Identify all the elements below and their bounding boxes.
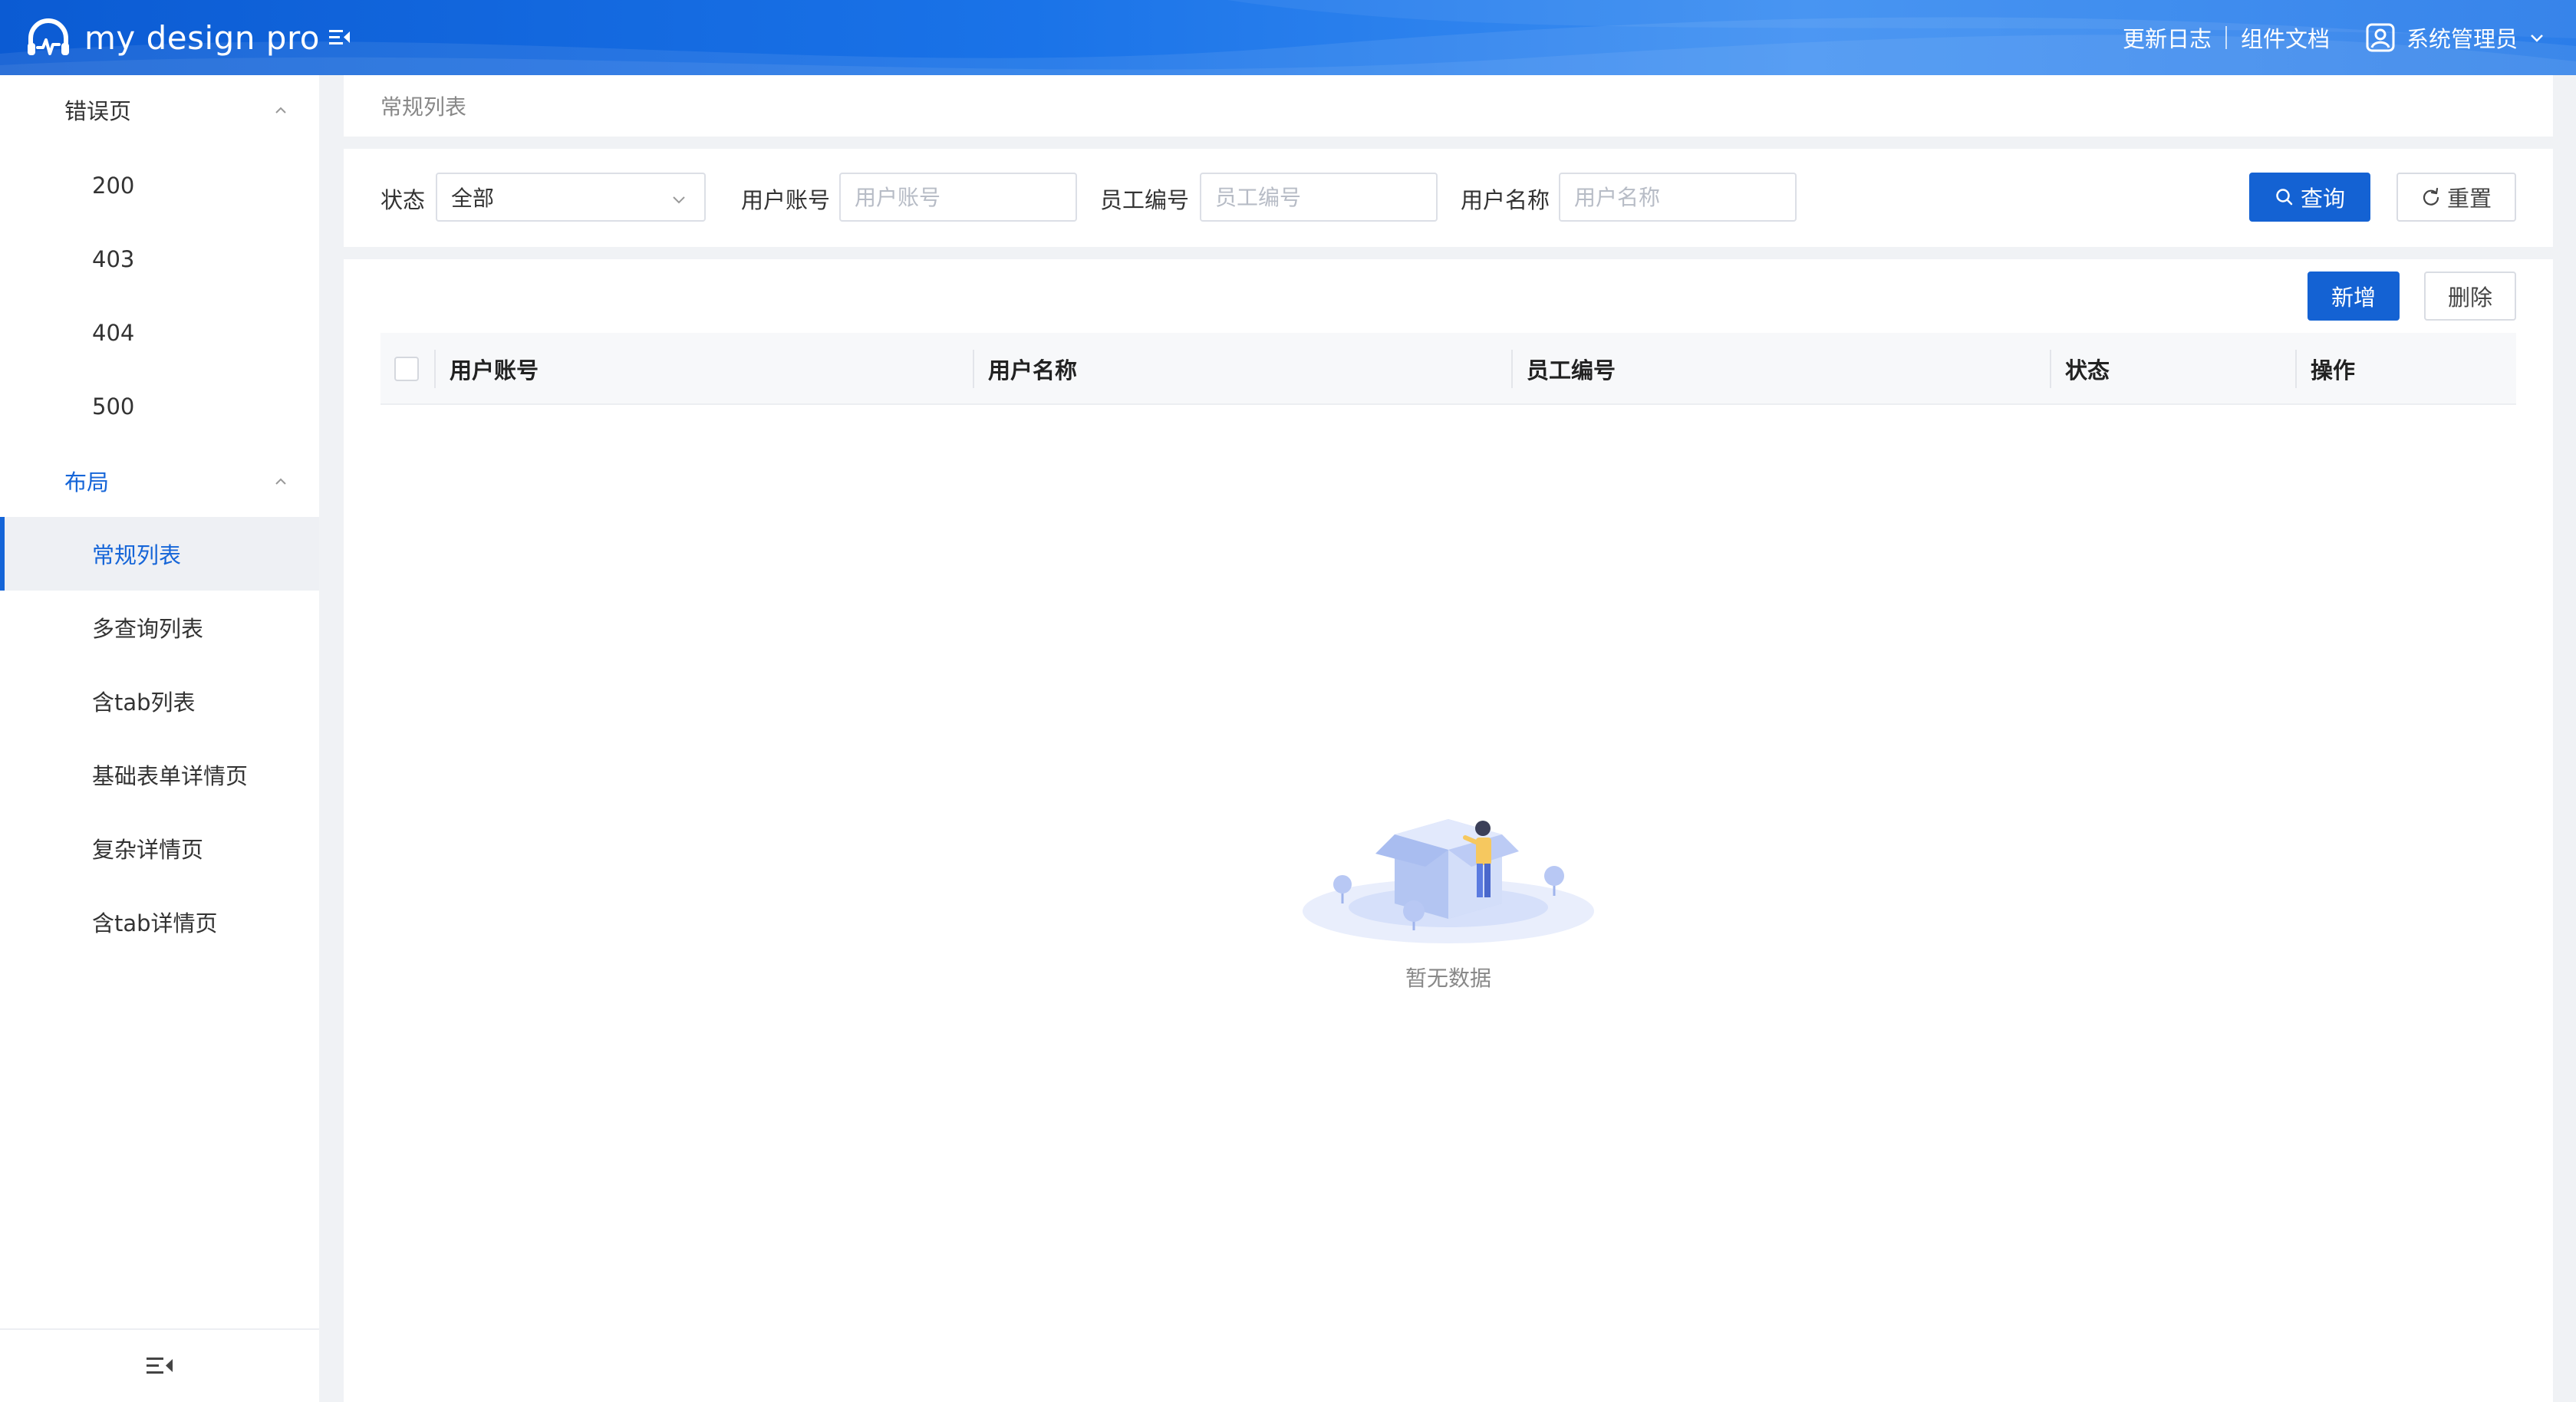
column-divider — [434, 350, 436, 388]
account-input[interactable] — [839, 173, 1077, 222]
sidebar-item-200[interactable]: 200 — [0, 149, 319, 222]
sidebar-item-complex-detail[interactable]: 复杂详情页 — [0, 811, 319, 885]
search-panel: 状态 全部 用户账号 员工编号 用户名称 查询 重置 — [344, 149, 2553, 247]
app-logo[interactable]: my design pro — [25, 14, 320, 61]
sidebar-item-label: 含tab列表 — [92, 689, 196, 716]
chevron-up-icon — [275, 107, 286, 114]
employee-id-input[interactable] — [1200, 173, 1438, 222]
headphone-logo-icon — [28, 18, 69, 55]
breadcrumb-current: 常规列表 — [380, 94, 467, 120]
delete-button-label: 删除 — [2447, 285, 2492, 311]
sidebar-item-label: 404 — [92, 320, 135, 346]
employee-id-label: 员工编号 — [1100, 187, 1190, 213]
add-button-label: 新增 — [2331, 285, 2376, 311]
column-header-actions[interactable]: 操作 — [2311, 333, 2355, 405]
account-label: 用户账号 — [741, 187, 831, 213]
app-title: my design pro — [84, 18, 321, 57]
user-name: 系统管理员 — [2406, 26, 2518, 52]
user-avatar-icon — [2366, 23, 2395, 52]
chevron-down-icon — [673, 196, 685, 204]
table-panel: 新增 删除 用户账号 用户名称 员工编号 状态 操作 暂无数据 — [344, 259, 2553, 1402]
delete-button[interactable]: 删除 — [2424, 272, 2516, 321]
select-all-checkbox[interactable] — [394, 357, 419, 381]
sidebar-item-label: 基础表单详情页 — [92, 763, 249, 789]
query-button-label: 查询 — [2300, 186, 2345, 212]
header-actions: 更新日志 组件文档 系统管理员 — [2123, 0, 2545, 75]
sidebar-item-label: 含tab详情页 — [92, 910, 218, 936]
sidebar-item-tab-list[interactable]: 含tab列表 — [0, 664, 319, 738]
sidebar-item-multi-query-list[interactable]: 多查询列表 — [0, 591, 319, 664]
changelog-link[interactable]: 更新日志 — [2123, 21, 2212, 54]
user-menu[interactable]: 系统管理员 — [2365, 21, 2545, 54]
column-divider — [2050, 350, 2051, 388]
column-divider — [2295, 350, 2297, 388]
refresh-icon — [2423, 187, 2439, 206]
header-separator — [2225, 26, 2227, 49]
sidebar-footer — [0, 1328, 319, 1402]
sidebar-item-tab-detail[interactable]: 含tab详情页 — [0, 885, 319, 959]
sidebar-item-label: 多查询列表 — [92, 616, 204, 642]
add-button[interactable]: 新增 — [2308, 272, 2400, 321]
sidebar-group-label: 错误页 — [64, 98, 132, 124]
column-divider — [973, 350, 974, 388]
chevron-up-icon — [275, 478, 286, 485]
sidebar-item-500[interactable]: 500 — [0, 370, 319, 443]
empty-state-text: 暂无数据 — [1405, 966, 1491, 991]
column-header-account[interactable]: 用户账号 — [450, 333, 539, 405]
table-header: 用户账号 用户名称 员工编号 状态 操作 — [380, 333, 2516, 405]
sidebar-item-label: 500 — [92, 393, 135, 420]
sidebar-item-label: 403 — [92, 246, 135, 272]
component-docs-link[interactable]: 组件文档 — [2241, 21, 2330, 54]
status-label: 状态 — [380, 187, 426, 213]
sidebar-item-403[interactable]: 403 — [0, 222, 319, 296]
query-button[interactable]: 查询 — [2249, 173, 2370, 222]
status-select[interactable]: 全部 — [436, 173, 706, 222]
sidebar-item-basic-form-detail[interactable]: 基础表单详情页 — [0, 738, 319, 811]
empty-state: 暂无数据 — [1295, 773, 1602, 1003]
column-header-status[interactable]: 状态 — [2065, 333, 2110, 405]
sidebar-item-regular-list[interactable]: 常规列表 — [0, 517, 319, 591]
sidebar-group-label: 布局 — [64, 469, 110, 495]
sidebar-item-label: 200 — [92, 173, 135, 199]
chevron-down-icon — [2531, 35, 2543, 42]
breadcrumb: 常规列表 — [344, 75, 2553, 137]
reset-button-label: 重置 — [2446, 186, 2492, 212]
column-header-employee-id[interactable]: 员工编号 — [1527, 333, 1616, 405]
collapse-menu-icon[interactable] — [327, 25, 353, 51]
sidebar-group-error-pages[interactable]: 错误页 — [0, 75, 319, 144]
column-divider — [1511, 350, 1513, 388]
user-name-input[interactable] — [1559, 173, 1797, 222]
status-select-value: 全部 — [451, 186, 495, 211]
top-header: my design pro 更新日志 组件文档 系统管理员 — [0, 0, 2576, 75]
sidebar-item-label: 复杂详情页 — [92, 837, 204, 863]
collapse-sidebar-icon[interactable] — [144, 1354, 175, 1378]
sidebar-group-layout[interactable]: 布局 — [0, 446, 319, 515]
sidebar-item-label: 常规列表 — [92, 542, 182, 568]
reset-button[interactable]: 重置 — [2396, 173, 2516, 222]
sidebar-item-404[interactable]: 404 — [0, 296, 319, 370]
sidebar: 错误页 200 403 404 500 布局 常规列表 多查询列表 含tab列表… — [0, 75, 319, 1402]
search-icon — [2276, 189, 2293, 206]
column-header-user-name[interactable]: 用户名称 — [988, 333, 1077, 405]
user-name-label: 用户名称 — [1461, 187, 1550, 213]
empty-box-illustration-icon — [1303, 819, 1594, 943]
